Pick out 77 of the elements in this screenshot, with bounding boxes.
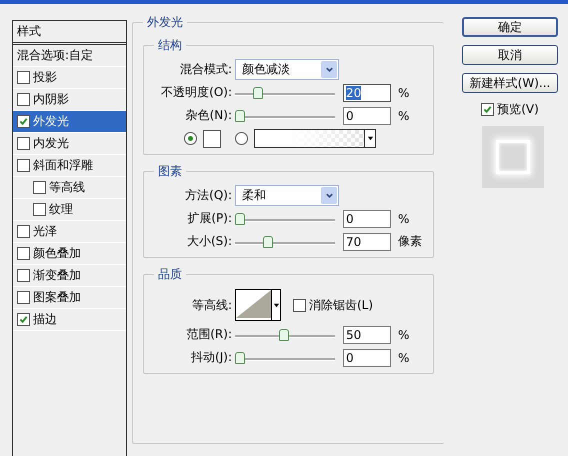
input-field[interactable]: 0 [343, 210, 391, 228]
checkbox[interactable] [17, 137, 30, 150]
field-label: 抖动(J): [190, 349, 233, 366]
group-title: 结构 [154, 37, 186, 53]
unit-label: % [398, 86, 410, 100]
group-title: 外发光 [143, 14, 187, 30]
field-label: 混合模式: [178, 61, 233, 78]
slider-thumb[interactable] [262, 236, 273, 248]
list-item[interactable]: 外发光 [13, 111, 126, 133]
list-item[interactable]: 斜面和浮雕 [13, 155, 126, 177]
field-label: 范围(R): [185, 326, 233, 343]
checkbox[interactable] [17, 269, 30, 282]
dialog-button[interactable]: 取消 [462, 45, 558, 65]
gradient-picker[interactable] [254, 129, 376, 148]
list-item[interactable]: 图案叠加 [13, 287, 126, 309]
checkbox[interactable] [17, 115, 30, 128]
color-swatch[interactable] [203, 130, 221, 148]
list-item[interactable]: 光泽 [13, 221, 126, 243]
group-title: 图素 [154, 163, 186, 179]
unit-label: % [398, 350, 410, 364]
checkbox-label: 消除锯齿(L) [309, 296, 374, 314]
slider[interactable] [235, 86, 335, 98]
slider-thumb[interactable] [279, 328, 290, 340]
unit-label: 像素 [398, 233, 422, 250]
checkbox[interactable] [17, 291, 30, 304]
checkbox[interactable] [17, 159, 30, 172]
slider[interactable] [235, 328, 335, 340]
list-item[interactable]: 纹理 [13, 199, 126, 221]
unit-label: % [398, 212, 410, 226]
field-label: 不透明度(O): [160, 84, 233, 101]
radio-button[interactable] [235, 132, 248, 145]
slider-thumb[interactable] [235, 110, 245, 122]
input-field[interactable]: 0 [343, 106, 391, 124]
preview-drawing [482, 126, 544, 188]
list-item[interactable]: 投影 [13, 67, 126, 89]
field-label: 方法(Q): [184, 187, 233, 204]
unit-label: % [398, 108, 410, 122]
dialog-button[interactable]: 确定 [462, 17, 558, 37]
checkbox[interactable] [17, 313, 30, 326]
slider[interactable] [235, 110, 335, 122]
slider-thumb[interactable] [235, 212, 245, 224]
checkbox[interactable] [17, 71, 30, 84]
list-item[interactable]: 内发光 [13, 133, 126, 155]
list-item[interactable]: 混合选项:自定 [13, 45, 126, 67]
slider-thumb[interactable] [235, 352, 245, 364]
checkbox[interactable] [17, 247, 30, 260]
radio-button[interactable] [184, 132, 197, 145]
dropdown[interactable]: 颜色减淡 [235, 59, 339, 80]
checkbox[interactable] [33, 203, 46, 216]
dialog-button[interactable]: 新建样式(W)... [462, 73, 558, 93]
contour-picker[interactable] [235, 289, 281, 321]
input-field[interactable]: 70 [343, 232, 391, 250]
input-field[interactable]: 20 [343, 84, 391, 102]
checkbox[interactable] [481, 103, 494, 116]
checkbox[interactable] [17, 93, 30, 106]
field-label: 大小(S): [186, 233, 233, 250]
slider[interactable] [235, 212, 335, 224]
field-label: 扩展(P): [186, 210, 233, 227]
unit-label: % [398, 328, 410, 342]
field-label: 等高线: [190, 296, 233, 314]
slider[interactable] [235, 352, 335, 364]
checkbox[interactable] [293, 298, 306, 312]
list-item[interactable]: 颜色叠加 [13, 243, 126, 265]
list-item[interactable]: 描边 [13, 309, 126, 331]
group-title: 品质 [154, 266, 186, 282]
list-item[interactable]: 渐变叠加 [13, 265, 126, 287]
field-label: 杂色(N): [184, 107, 233, 124]
input-field[interactable]: 0 [343, 348, 391, 366]
list-item[interactable]: 等高线 [13, 177, 126, 199]
checkbox[interactable] [17, 225, 30, 238]
checkbox-label: 预览(V) [497, 101, 539, 118]
dropdown[interactable]: 柔和 [235, 185, 339, 206]
checkbox[interactable] [33, 181, 46, 194]
slider-thumb[interactable] [253, 86, 264, 98]
slider[interactable] [235, 236, 335, 248]
input-field[interactable]: 50 [343, 326, 391, 344]
dropdown-arrow-icon[interactable] [271, 290, 280, 320]
